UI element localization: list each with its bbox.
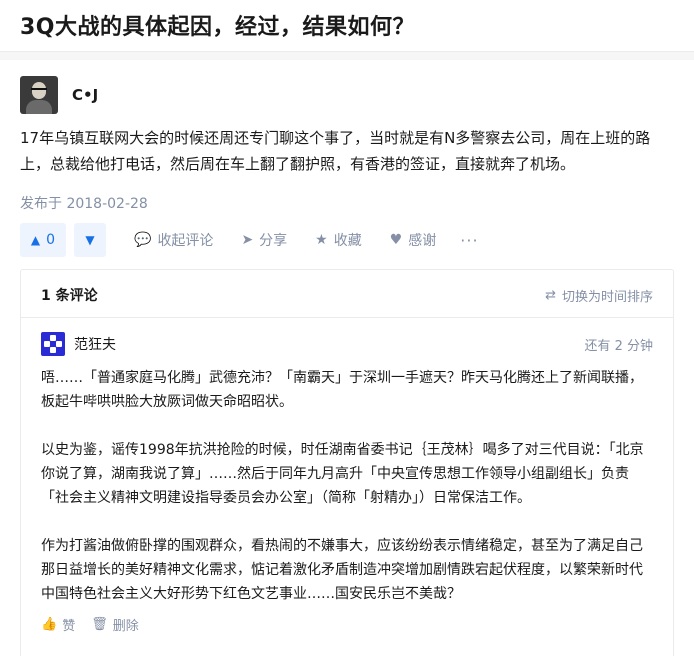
answer-date: 发布于 2018-02-28 (20, 196, 148, 212)
author-name[interactable]: C•J (72, 86, 98, 104)
triangle-down-icon: ▼ (85, 233, 95, 247)
share-label: 分享 (259, 233, 288, 249)
star-icon: ★ (315, 232, 328, 248)
question-header: 3Q大战的具体起因，经过，结果如何？ (0, 0, 694, 52)
vote-count: 0 (46, 232, 56, 248)
sort-toggle-button[interactable]: ⇄ 切换为时间排序 (545, 286, 653, 305)
delete-label: 删除 (112, 619, 139, 634)
comment-text: 唔……「普通家庭马化腾」武德充沛？「南霸天」于深圳一手遮天？昨天马化腾还上了新闻… (41, 366, 653, 606)
comment-paragraph: 以史为鉴，谣传1998年抗洪抢险的时候，时任湖南省委书记｛王茂林｝喝多了对三代目… (41, 442, 644, 506)
comment-paragraph: 作为打酱油做俯卧撑的围观群众，看热闹的不嫌事大，应该纷纷表示情绪稳定，甚至为了满… (41, 538, 643, 602)
thanks-button[interactable]: ♥ 感谢 (390, 230, 437, 250)
comments-topbar: 1 条评论 ⇄ 切换为时间排序 (21, 270, 673, 318)
collapse-comments-label: 收起评论 (157, 233, 214, 249)
more-options-button[interactable]: ··· (460, 231, 478, 250)
question-title[interactable]: 3Q大战的具体起因，经过，结果如何？ (20, 9, 415, 41)
comment-delete-button[interactable]: 🗑 删除 (91, 615, 139, 634)
heart-icon: ♥ (389, 232, 403, 248)
comment-icon: 💬 (134, 232, 152, 248)
share-icon: ➤ (241, 232, 254, 248)
triangle-up-icon: ▲ (30, 233, 41, 247)
commenter-name[interactable]: 范狂夫 (74, 334, 116, 354)
author-avatar[interactable] (20, 76, 58, 114)
comment-actions: 👍 赞 🗑 删除 (41, 615, 653, 634)
swap-icon: ⇄ (545, 288, 556, 303)
thanks-label: 感谢 (408, 233, 437, 249)
answer-card: C•J 17年乌镇互联网大会的时候还周还专门聊这个事了，当时就是有N多警察去公司… (0, 60, 694, 656)
favorite-button[interactable]: ★ 收藏 (315, 230, 362, 250)
comment-like-button[interactable]: 👍 赞 (41, 615, 75, 634)
vote-up-button[interactable]: ▲ 0 (20, 223, 66, 257)
comment-time: 还有 2 分钟 (584, 339, 653, 354)
commenter-avatar[interactable] (41, 332, 65, 356)
like-label: 赞 (62, 619, 76, 634)
comment-item: 范狂夫 还有 2 分钟 唔……「普通家庭马化腾」武德充沛？「南霸天」于深圳一手遮… (41, 332, 653, 634)
vote-down-button[interactable]: ▼ (74, 223, 106, 257)
answer-actions: ▲ 0 ▼ 💬 收起评论 ➤ 分享 ★ 收藏 ♥ 感谢 ··· (20, 223, 479, 257)
favorite-label: 收藏 (333, 233, 362, 249)
answer-content: 17年乌镇互联网大会的时候还周还专门聊这个事了，当时就是有N多警察去公司，周在上… (20, 129, 651, 173)
comments-panel: 1 条评论 ⇄ 切换为时间排序 范狂夫 还有 2 分钟 唔……「普通家庭马化腾」… (20, 269, 674, 656)
comment-count: 1 条评论 (41, 288, 98, 304)
sort-label: 切换为时间排序 (561, 290, 653, 305)
comment-user: 范狂夫 还有 2 分钟 (41, 332, 653, 356)
share-button[interactable]: ➤ 分享 (241, 230, 287, 250)
thumbs-up-icon: 👍 (41, 617, 58, 632)
answer-author: C•J (20, 76, 98, 114)
comment-paragraph: 唔……「普通家庭马化腾」武德充沛？「南霸天」于深圳一手遮天？昨天马化腾还上了新闻… (41, 370, 643, 410)
collapse-comments-button[interactable]: 💬 收起评论 (134, 230, 213, 250)
trash-icon: 🗑 (91, 617, 108, 632)
